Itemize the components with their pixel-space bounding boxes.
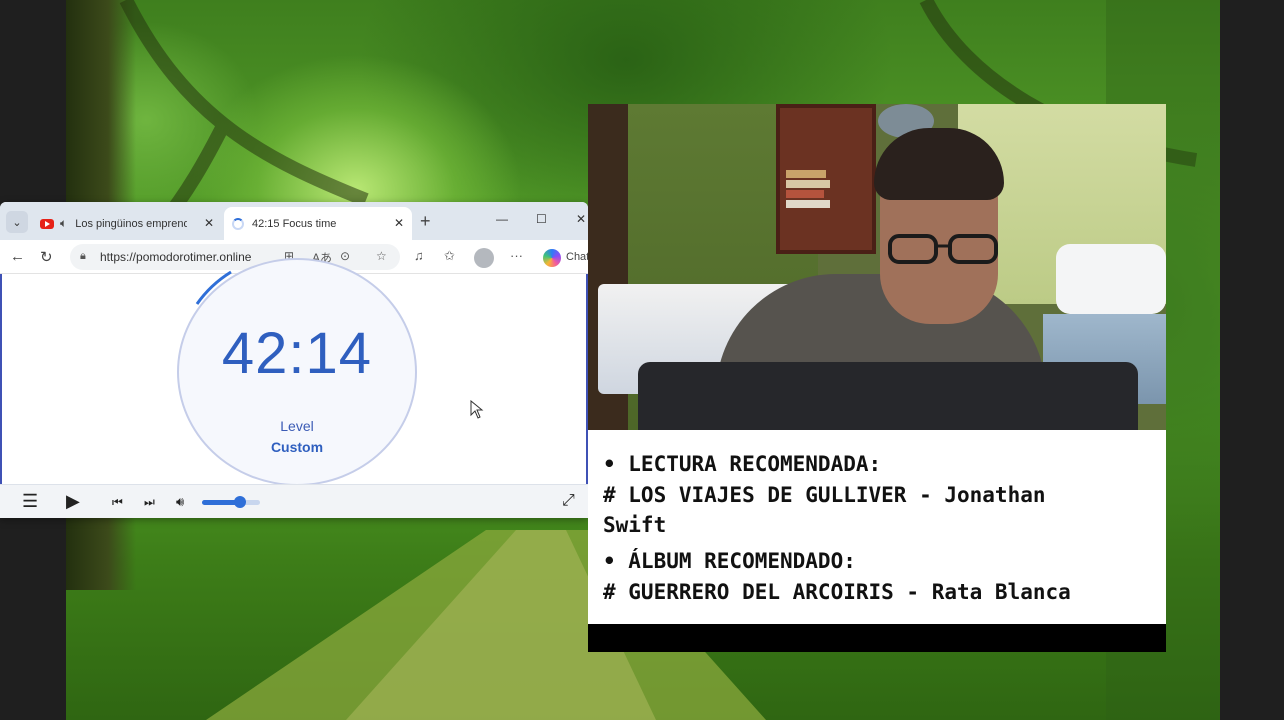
reading-heading: • LECTURA RECOMENDADA:: [603, 452, 882, 476]
tab-title: Los pingüinos emprend: [75, 217, 188, 230]
media-player-bar: ☰ ▶ ⏮︎ ⏭︎ 🔊︎ ⤢: [0, 484, 588, 518]
mouse-cursor-icon: [470, 400, 484, 419]
fullscreen-icon[interactable]: ⤢: [562, 492, 575, 510]
browser-window: ⌄ 🔈︎ Los pingüinos emprend ✕ 42:15 Focus…: [0, 202, 588, 518]
pomodoro-page: 42:14 Level Custom: [0, 258, 588, 486]
tab-strip: ⌄ 🔈︎ Los pingüinos emprend ✕ 42:15 Focus…: [0, 202, 588, 240]
close-window-button[interactable]: ✕: [576, 212, 586, 226]
minimize-button[interactable]: —: [496, 212, 508, 226]
close-tab-icon[interactable]: ✕: [394, 216, 404, 230]
tab-pomodoro[interactable]: 42:15 Focus time ✕: [224, 207, 412, 240]
favorites-icon[interactable]: ✩: [444, 248, 455, 264]
bookshelf: [776, 104, 876, 254]
webcam-feed: [588, 104, 1166, 430]
more-options-icon[interactable]: ···: [510, 248, 523, 263]
copilot-icon[interactable]: [543, 249, 561, 267]
maximize-button[interactable]: ☐: [536, 212, 547, 226]
back-arrow-icon[interactable]: ←: [10, 248, 25, 265]
pillow: [1056, 244, 1166, 314]
level-value[interactable]: Custom: [177, 439, 417, 455]
volume-icon[interactable]: 🔊︎: [176, 494, 184, 510]
panel-bottom-bar: [588, 624, 1166, 652]
stream-scene: ⌄ 🔈︎ Los pingüinos emprend ✕ 42:15 Focus…: [0, 0, 1284, 720]
tab-youtube[interactable]: 🔈︎ Los pingüinos emprend ✕: [34, 207, 222, 240]
laptop: [638, 362, 1138, 430]
copilot-label[interactable]: Chat: [566, 251, 588, 263]
speaker-icon[interactable]: 🔈︎: [60, 216, 67, 231]
reading-title: # LOS VIAJES DE GULLIVER - Jonathan: [603, 483, 1046, 507]
glasses: [888, 234, 998, 264]
refresh-icon[interactable]: ↻: [40, 248, 53, 266]
volume-slider[interactable]: [202, 496, 260, 508]
close-tab-icon[interactable]: ✕: [204, 216, 214, 230]
tab-title: 42:15 Focus time: [252, 217, 337, 230]
volume-knob[interactable]: [234, 496, 247, 508]
profile-avatar[interactable]: [474, 248, 494, 268]
album-heading: • ÁLBUM RECOMENDADO:: [603, 549, 856, 573]
lock-icon[interactable]: 🔒︎: [80, 250, 86, 263]
reading-title-continued: Swift: [603, 513, 667, 537]
level-label: Level: [280, 418, 314, 434]
loading-spinner-icon: [232, 217, 244, 230]
timer-countdown: 42:14: [221, 321, 373, 386]
recommendations-panel: • LECTURA RECOMENDADA: # LOS VIAJES DE G…: [588, 430, 1166, 624]
previous-track-icon[interactable]: ⏮︎: [112, 495, 123, 510]
tab-actions-menu-button[interactable]: ⌄: [6, 211, 28, 233]
youtube-icon: [40, 218, 54, 229]
new-tab-button[interactable]: +: [420, 212, 431, 230]
play-icon[interactable]: ▶: [66, 491, 80, 512]
menu-icon[interactable]: ☰: [22, 491, 38, 512]
album-title: # GUERRERO DEL ARCOIRIS - Rata Blanca: [603, 580, 1071, 604]
next-track-icon[interactable]: ⏭︎: [144, 495, 155, 510]
